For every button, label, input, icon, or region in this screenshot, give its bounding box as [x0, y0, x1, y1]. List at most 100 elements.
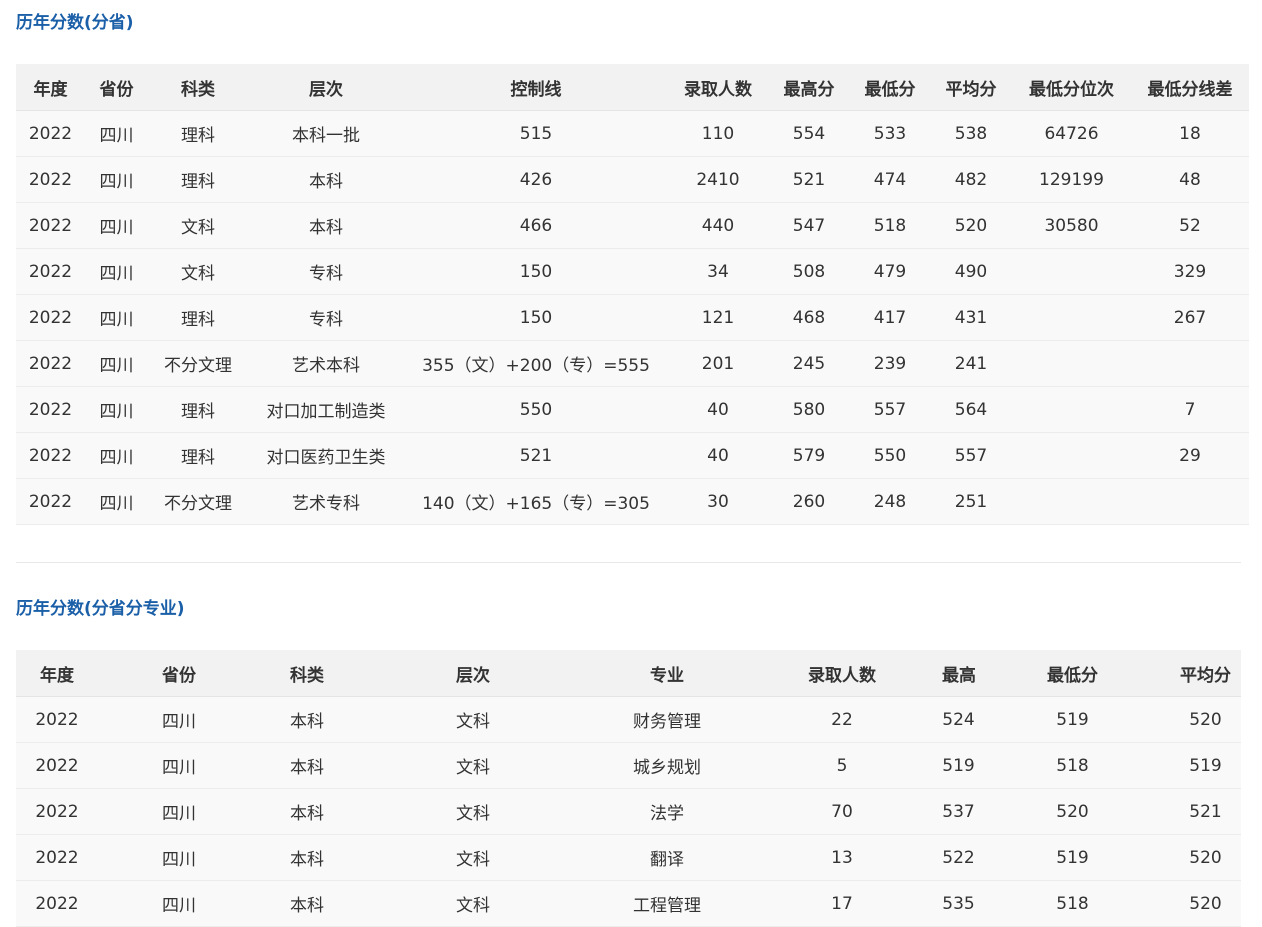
- table-row: 2022 四川 本科 文科 法学 70 537 520 521: [16, 788, 1241, 835]
- column-header: 专业: [592, 650, 742, 697]
- table-header-row: 年度 省份 科类 层次 控制线 录取人数 最高分 最低分 平均分 最低分位次 最低分线差: [16, 64, 1249, 111]
- table-cell: 520: [1170, 880, 1241, 927]
- table-cell: 四川: [85, 386, 148, 433]
- table-cell: 2022: [16, 202, 85, 249]
- table-cell: 70: [742, 788, 942, 835]
- table-cell: 508: [768, 248, 850, 295]
- table-cell: 30580: [1012, 202, 1131, 249]
- table-cell: 239: [850, 340, 930, 387]
- table-cell: [1131, 340, 1249, 387]
- table-cell: 251: [930, 478, 1012, 525]
- table-cell: 2022: [16, 880, 98, 927]
- table-cell: 文科: [148, 248, 248, 295]
- table-cell: 财务管理: [592, 696, 742, 743]
- table-cell: 艺术本科: [248, 340, 404, 387]
- table-cell: 550: [850, 432, 930, 479]
- table-cell: 对口医药卫生类: [248, 432, 404, 479]
- table-cell: 本科: [260, 834, 354, 881]
- table-cell: 466: [404, 202, 668, 249]
- table-cell: 文科: [354, 696, 592, 743]
- table-cell: 翻译: [592, 834, 742, 881]
- table-cell: 本科一批: [248, 110, 404, 157]
- table-cell: 四川: [98, 742, 260, 789]
- table-row: 2022 四川 文科 专科 150 34 508 479 490 329: [16, 248, 1249, 295]
- table-cell: 法学: [592, 788, 742, 835]
- column-header: 层次: [248, 64, 404, 111]
- table-cell: 520: [930, 202, 1012, 249]
- province-score-table: 年度 省份 科类 层次 控制线 录取人数 最高分 最低分 平均分 最低分位次 最低分线差 2022 四…: [16, 64, 1249, 525]
- table-cell: 13: [742, 834, 942, 881]
- table-cell: 专科: [248, 248, 404, 295]
- table-cell: 550: [404, 386, 668, 433]
- table-cell: 四川: [98, 834, 260, 881]
- table-cell: 40: [668, 386, 768, 433]
- table-cell: 对口加工制造类: [248, 386, 404, 433]
- table-cell: 479: [850, 248, 930, 295]
- column-header: 平均分: [930, 64, 1012, 111]
- table-cell: 121: [668, 294, 768, 341]
- table-cell: 2022: [16, 834, 98, 881]
- table-cell: 579: [768, 432, 850, 479]
- table-row: 2022 四川 本科 文科 翻译 13 522 519 520: [16, 834, 1241, 881]
- table-cell: 34: [668, 248, 768, 295]
- table-cell: 554: [768, 110, 850, 157]
- table-cell: 535: [942, 880, 975, 927]
- table-cell: 520: [1170, 696, 1241, 743]
- table-row: 2022 四川 不分文理 艺术专科 140（文）+165（专）=305 30 260 248 2…: [16, 478, 1249, 525]
- table-cell: [1012, 294, 1131, 341]
- table-cell: 150: [404, 248, 668, 295]
- table-cell: 537: [942, 788, 975, 835]
- table-cell: 241: [930, 340, 1012, 387]
- table-cell: 2022: [16, 110, 85, 157]
- table-cell: 2022: [16, 340, 85, 387]
- table-cell: 522: [942, 834, 975, 881]
- table-cell: 521: [1170, 788, 1241, 835]
- table-cell: 文科: [148, 202, 248, 249]
- table-cell: 城乡规划: [592, 742, 742, 789]
- column-header: 省份: [98, 650, 260, 697]
- table-cell: 文科: [354, 788, 592, 835]
- table-cell: 557: [850, 386, 930, 433]
- table-cell: 理科: [148, 156, 248, 203]
- table-cell: 524: [942, 696, 975, 743]
- table-cell: 557: [930, 432, 1012, 479]
- table-cell: [1012, 432, 1131, 479]
- table-cell: 474: [850, 156, 930, 203]
- table-cell: 2022: [16, 156, 85, 203]
- table-cell: 17: [742, 880, 942, 927]
- column-header: 最低分位次: [1012, 64, 1131, 111]
- table-cell: 四川: [85, 156, 148, 203]
- table-row: 2022 四川 不分文理 艺术本科 355（文）+200（专）=555 201 245 239…: [16, 340, 1249, 387]
- table-cell: 本科: [260, 696, 354, 743]
- table-cell: 文科: [354, 834, 592, 881]
- table-cell: [1012, 248, 1131, 295]
- section-divider: [16, 562, 1241, 563]
- table-cell: 150: [404, 294, 668, 341]
- table-cell: 30: [668, 478, 768, 525]
- table-cell: 艺术专科: [248, 478, 404, 525]
- table-cell: 547: [768, 202, 850, 249]
- table-cell: 四川: [85, 294, 148, 341]
- table-cell: 129199: [1012, 156, 1131, 203]
- table-cell: 426: [404, 156, 668, 203]
- table-cell: 519: [942, 742, 975, 789]
- table-cell: 64726: [1012, 110, 1131, 157]
- table-cell: 本科: [260, 788, 354, 835]
- table-cell: 文科: [354, 880, 592, 927]
- section-title-major: 历年分数(分省分专业): [16, 599, 185, 619]
- table-cell: 140（文）+165（专）=305: [404, 478, 668, 525]
- table-cell: 520: [975, 788, 1170, 835]
- table-cell: 工程管理: [592, 880, 742, 927]
- table-cell: 本科: [248, 202, 404, 249]
- table-cell: 专科: [248, 294, 404, 341]
- column-header: 最高分: [942, 650, 975, 697]
- table-row: 2022 四川 理科 专科 150 121 468 417 431 267: [16, 294, 1249, 341]
- table-cell: 355（文）+200（专）=555: [404, 340, 668, 387]
- table-cell: 482: [930, 156, 1012, 203]
- column-header: 最低分线差: [1131, 64, 1249, 111]
- table-cell: 2022: [16, 788, 98, 835]
- table-cell: 理科: [148, 432, 248, 479]
- table-cell: 519: [975, 696, 1170, 743]
- table-cell: 四川: [98, 788, 260, 835]
- table-cell: 本科: [260, 742, 354, 789]
